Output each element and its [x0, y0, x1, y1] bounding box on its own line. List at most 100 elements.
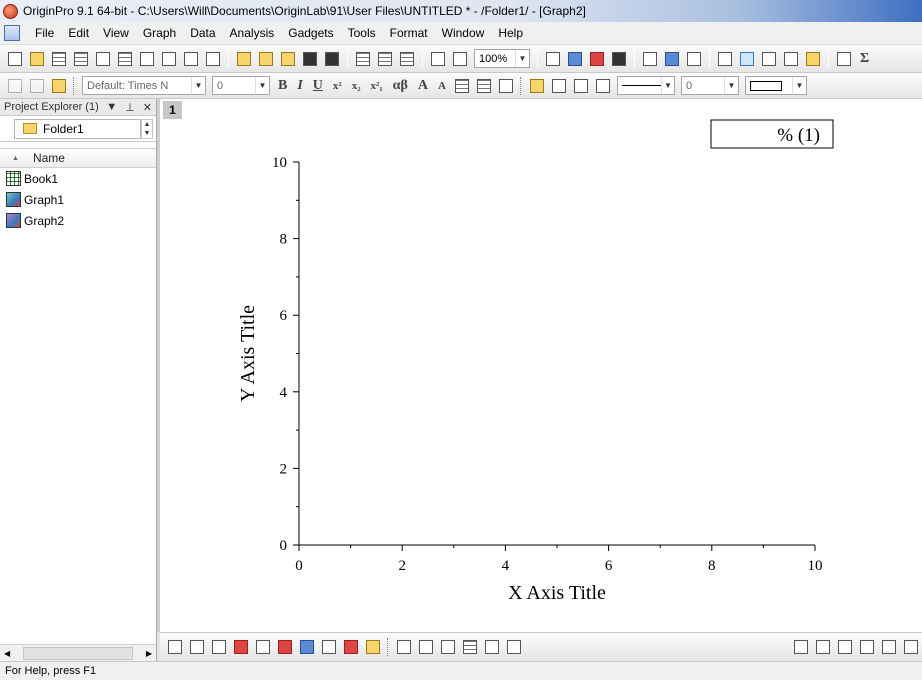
font-select[interactable]: Default: Times N ▼: [82, 76, 206, 95]
print-icon[interactable]: [544, 50, 562, 68]
export-graph-icon[interactable]: [566, 50, 584, 68]
distribute-icon[interactable]: [814, 638, 832, 656]
menu-edit[interactable]: Edit: [61, 26, 96, 40]
back-icon[interactable]: [858, 638, 876, 656]
3d-bar-icon[interactable]: [439, 638, 457, 656]
new-sheet-icon[interactable]: [116, 50, 134, 68]
list-item[interactable]: Graph1: [0, 189, 156, 210]
messages-log-icon[interactable]: [760, 50, 778, 68]
chevron-down-icon[interactable]: ▼: [515, 50, 529, 67]
menu-file[interactable]: File: [28, 26, 61, 40]
toolbar-grip[interactable]: [519, 76, 523, 95]
legend[interactable]: % (1): [710, 119, 834, 149]
new-function-icon[interactable]: [138, 50, 156, 68]
box-plot-icon[interactable]: [276, 638, 294, 656]
font-color-icon[interactable]: [497, 77, 515, 95]
zoom-select[interactable]: 100% ▼: [474, 49, 530, 68]
save-project-icon[interactable]: [301, 50, 319, 68]
folder-item[interactable]: Folder1: [14, 118, 141, 139]
line-color-icon[interactable]: [572, 77, 590, 95]
cut-icon[interactable]: [6, 77, 24, 95]
image-plot-icon[interactable]: [483, 638, 501, 656]
open-excel-icon[interactable]: [279, 50, 297, 68]
polar-plot-icon[interactable]: [298, 638, 316, 656]
graph-window-icon[interactable]: [4, 25, 20, 41]
menu-analysis[interactable]: Analysis: [223, 26, 282, 40]
copy-icon[interactable]: [28, 77, 46, 95]
same-height-icon[interactable]: [902, 638, 920, 656]
name-column-header[interactable]: ▲ Name: [0, 148, 156, 168]
open-icon[interactable]: [235, 50, 253, 68]
recalculate-icon[interactable]: [451, 50, 469, 68]
menu-data[interactable]: Data: [183, 26, 222, 40]
menu-help[interactable]: Help: [491, 26, 530, 40]
results-log-icon[interactable]: [663, 50, 681, 68]
stock-chart-icon[interactable]: [342, 638, 360, 656]
line-style-select[interactable]: ▼: [616, 76, 675, 95]
film-icon[interactable]: [610, 50, 628, 68]
font-size-select[interactable]: 0 ▼: [212, 76, 270, 95]
menu-format[interactable]: Format: [383, 26, 435, 40]
import-single-ascii-icon[interactable]: [354, 50, 372, 68]
same-width-icon[interactable]: [880, 638, 898, 656]
template-library-icon[interactable]: [364, 638, 382, 656]
x-axis-title[interactable]: X Axis Title: [508, 582, 606, 604]
chevron-down-icon[interactable]: ▼: [660, 77, 674, 94]
y-axis-title[interactable]: Y Axis Title: [237, 305, 259, 402]
fill-color-icon[interactable]: [528, 77, 546, 95]
folder-scrollbar[interactable]: ▲ ▼: [141, 119, 153, 139]
add-layer-icon[interactable]: [835, 50, 853, 68]
toolbar-grip[interactable]: [387, 638, 390, 656]
line-width-select[interactable]: 0 ▼: [680, 76, 739, 95]
script-window-icon[interactable]: [782, 50, 800, 68]
new-matrix-icon[interactable]: [94, 50, 112, 68]
new-layout-icon[interactable]: [160, 50, 178, 68]
pattern-color-icon[interactable]: [550, 77, 568, 95]
decrease-font-button[interactable]: A: [435, 77, 449, 95]
paste-icon[interactable]: [50, 77, 68, 95]
front-icon[interactable]: [836, 638, 854, 656]
copy-page-icon[interactable]: [588, 50, 606, 68]
contour-plot-icon[interactable]: [254, 638, 272, 656]
save-template-icon[interactable]: [323, 50, 341, 68]
line-symbol-plot-icon[interactable]: [210, 638, 228, 656]
supsubscript-button[interactable]: x²₁: [368, 77, 386, 95]
subscript-button[interactable]: x₂: [349, 77, 364, 95]
new-notes-icon[interactable]: [182, 50, 200, 68]
menu-window[interactable]: Window: [435, 26, 492, 40]
scroll-left-icon[interactable]: ◀: [4, 649, 10, 658]
underline-button[interactable]: U: [310, 77, 326, 95]
list-item[interactable]: Book1: [0, 168, 156, 189]
italic-button[interactable]: I: [294, 77, 305, 95]
3d-wireframe-icon[interactable]: [395, 638, 413, 656]
line-plot-icon[interactable]: [166, 638, 184, 656]
sum-icon[interactable]: Σ: [857, 50, 872, 68]
increase-font-button[interactable]: A: [415, 77, 431, 95]
open-template-icon[interactable]: [257, 50, 275, 68]
3d-surface-icon[interactable]: [417, 638, 435, 656]
close-icon[interactable]: ✕: [143, 101, 152, 114]
3d-scatter-icon[interactable]: [461, 638, 479, 656]
new-workbook-icon[interactable]: [50, 50, 68, 68]
chevron-down-icon[interactable]: ▼: [791, 77, 806, 94]
align-left-icon[interactable]: [453, 77, 471, 95]
scroll-right-icon[interactable]: ▶: [146, 649, 152, 658]
chevron-down-icon[interactable]: ▼: [191, 77, 205, 94]
menu-tools[interactable]: Tools: [341, 26, 383, 40]
list-item[interactable]: Graph2: [0, 210, 156, 231]
code-builder-icon[interactable]: [641, 50, 659, 68]
border-select[interactable]: ▼: [744, 76, 807, 95]
bar-code-icon[interactable]: [475, 77, 493, 95]
menu-graph[interactable]: Graph: [136, 26, 183, 40]
new-folder-icon[interactable]: [28, 50, 46, 68]
apps-gear-icon[interactable]: [804, 50, 822, 68]
command-window-icon[interactable]: [685, 50, 703, 68]
pin-icon[interactable]: ⊥: [125, 101, 135, 114]
duplicate-icon[interactable]: [429, 50, 447, 68]
column-plot-icon[interactable]: [232, 638, 250, 656]
project-explorer-icon[interactable]: [716, 50, 734, 68]
dropdown-icon[interactable]: ▼: [106, 101, 117, 114]
horizontal-scrollbar[interactable]: ◀ ▶: [0, 644, 156, 661]
toolbar-grip[interactable]: [73, 76, 76, 95]
greek-button[interactable]: αβ: [390, 77, 411, 95]
